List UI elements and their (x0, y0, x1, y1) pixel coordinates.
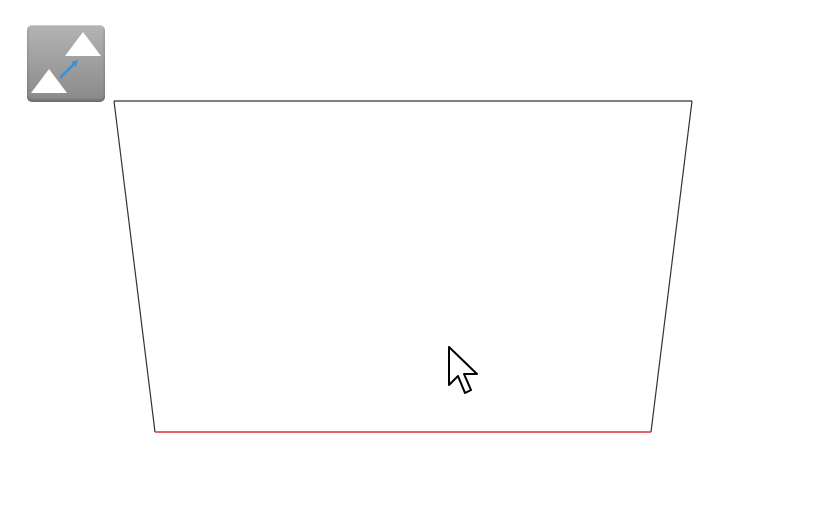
move-tool-button[interactable] (27, 25, 105, 102)
trapezoid-left-edge[interactable] (113, 100, 156, 433)
drawing-canvas[interactable] (0, 0, 821, 526)
move-triangle-icon (31, 32, 101, 93)
trapezoid-right-edge[interactable] (650, 100, 693, 433)
canvas-svg (113, 100, 693, 433)
